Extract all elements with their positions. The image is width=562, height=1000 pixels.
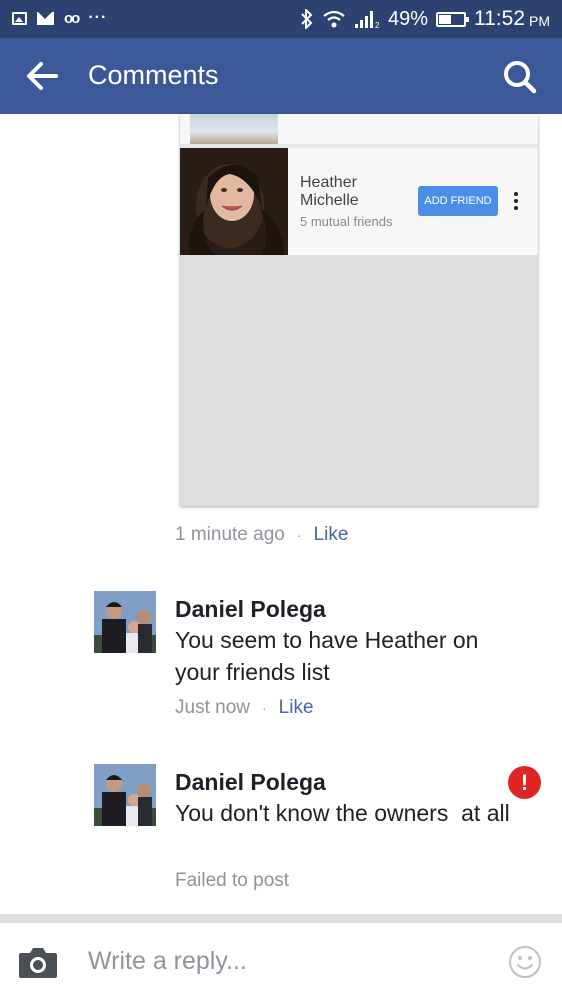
overflow-notifications-icon: ··· — [88, 9, 108, 26]
add-friend-button[interactable]: ADD FRIEND — [418, 186, 498, 216]
avatar-graphic — [94, 764, 156, 826]
bluetooth-icon — [301, 9, 313, 29]
app-bar: Comments — [0, 38, 562, 114]
comment-text: You don't know the owners at all — [175, 800, 510, 826]
signal-icon: 2 — [354, 11, 380, 29]
like-link[interactable]: Like — [314, 524, 349, 546]
sticker-button[interactable] — [508, 945, 542, 979]
friend-suggestion-row[interactable]: Heather Michelle 5 mutual friends ADD FR… — [180, 148, 538, 255]
post-timestamp: 1 minute ago — [175, 524, 285, 545]
back-arrow-icon — [27, 62, 58, 90]
battery-icon — [436, 11, 469, 27]
shared-friend-card: Heather Michelle 5 mutual friends ADD FR… — [180, 114, 538, 506]
page-title: Comments — [88, 60, 219, 90]
clock-time: 11:52 — [474, 7, 525, 30]
system-icons: 2 49% 11:52 PM — [300, 7, 550, 31]
mail-icon — [37, 11, 54, 25]
friend-photo[interactable] — [180, 148, 288, 255]
voicemail-icon: oo — [64, 9, 80, 27]
friend-name[interactable]: Heather Michelle — [300, 174, 400, 210]
reply-bar: Write a reply... — [0, 923, 562, 1000]
comment-meta: Just now · Like — [175, 697, 314, 719]
comment-meta: Failed to post — [175, 870, 289, 892]
comment-text: You seem to have Heather on your friends… — [175, 627, 479, 685]
battery-percent: 49% — [387, 7, 428, 30]
image-icon — [12, 11, 27, 25]
avatar[interactable] — [94, 591, 156, 653]
camera-button[interactable] — [18, 945, 58, 979]
status-bar: oo ··· 2 49% 11:52 PM — [0, 0, 562, 38]
friend-photo-graphic — [180, 148, 288, 255]
meta-separator: · — [261, 700, 267, 716]
post-meta: 1 minute ago · Like — [175, 524, 348, 546]
comment-timestamp: Just now — [175, 697, 250, 718]
clock-ampm: PM — [529, 13, 550, 29]
error-icon[interactable]: ! — [508, 766, 541, 799]
previous-friend-photo[interactable] — [190, 114, 278, 144]
smiley-icon — [509, 946, 541, 978]
comment-author[interactable]: Daniel Polega — [175, 769, 326, 796]
reply-input[interactable]: Write a reply... — [88, 947, 247, 976]
comment-author[interactable]: Daniel Polega — [175, 596, 326, 623]
search-button[interactable] — [500, 58, 540, 96]
more-vertical-icon[interactable] — [508, 188, 524, 214]
meta-separator: · — [296, 527, 302, 543]
avatar[interactable] — [94, 764, 156, 826]
camera-icon — [19, 948, 57, 978]
previous-friend-row — [180, 114, 538, 144]
search-icon — [504, 61, 537, 94]
like-link[interactable]: Like — [279, 697, 314, 719]
wifi-icon — [323, 10, 345, 28]
back-button[interactable] — [22, 58, 62, 94]
mutual-friends-count[interactable]: 5 mutual friends — [300, 214, 393, 229]
svg-text:2: 2 — [375, 21, 380, 29]
avatar-graphic — [94, 591, 156, 653]
notification-icons: oo ··· — [12, 10, 107, 26]
post-status[interactable]: Failed to post — [175, 870, 289, 892]
reply-separator — [0, 914, 562, 923]
